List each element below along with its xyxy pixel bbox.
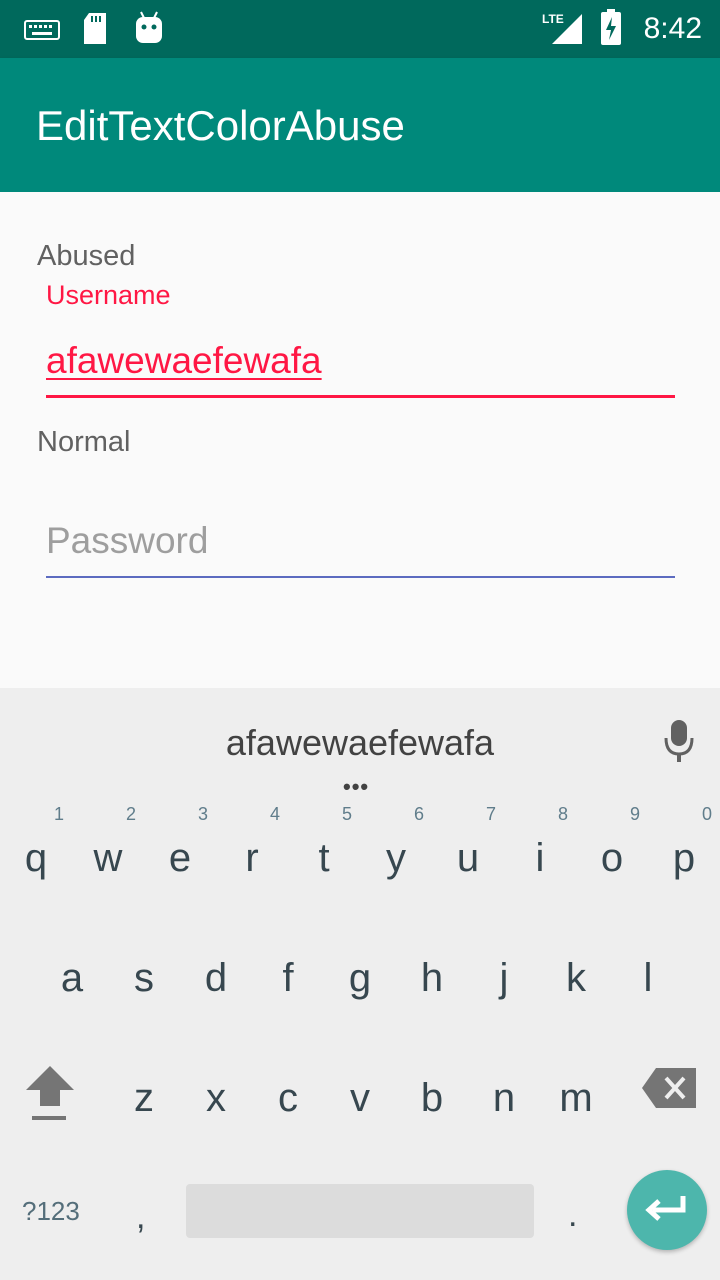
- key-k[interactable]: k: [540, 918, 612, 1018]
- backspace-icon: [642, 1068, 696, 1108]
- key-letter: t: [318, 836, 330, 880]
- key-letter: q: [24, 836, 48, 880]
- key-u[interactable]: u7: [432, 798, 504, 898]
- enter-key[interactable]: [627, 1170, 707, 1250]
- key-g[interactable]: g: [324, 918, 396, 1018]
- soft-keyboard: afawewaefewafa ••• q1 w2 e3 r4 t5 y6 u7 …: [0, 688, 720, 1280]
- shift-key[interactable]: [20, 1060, 80, 1130]
- status-time: 8:42: [643, 12, 702, 45]
- key-t[interactable]: t5: [288, 798, 360, 898]
- key-hint: 7: [485, 804, 496, 824]
- key-hint: 1: [53, 804, 64, 824]
- key-letter: z: [134, 1076, 154, 1120]
- key-n[interactable]: n: [468, 1038, 540, 1138]
- battery-icon: [600, 8, 622, 51]
- key-letter: i: [535, 836, 545, 880]
- key-letter: x: [206, 1076, 226, 1120]
- key-hint: 2: [125, 804, 136, 824]
- key-y[interactable]: y6: [360, 798, 432, 898]
- key-hint: 3: [197, 804, 208, 824]
- android-icon: [134, 10, 164, 49]
- key-letter: w: [93, 836, 123, 880]
- key-letter: r: [245, 836, 259, 880]
- key-h[interactable]: h: [396, 918, 468, 1018]
- sd-card-icon: [82, 12, 108, 51]
- key-v[interactable]: v: [324, 1038, 396, 1138]
- password-underline: [46, 576, 675, 578]
- key-letter: n: [492, 1076, 516, 1120]
- key-letter: j: [499, 956, 509, 1000]
- normal-section-label: Normal: [37, 426, 131, 458]
- signal-icon: [548, 12, 584, 51]
- key-d[interactable]: d: [180, 918, 252, 1018]
- space-key[interactable]: [186, 1184, 534, 1238]
- suggestion-strip: afawewaefewafa •••: [0, 688, 720, 800]
- key-letter: v: [350, 1076, 370, 1120]
- shift-icon: [26, 1066, 74, 1120]
- key-a[interactable]: a: [36, 918, 108, 1018]
- app-bar: EditTextColorAbuse: [0, 58, 720, 192]
- device-screen: LTE 8:42 EditTextColorAbuse Abused Usern…: [0, 0, 720, 1280]
- keyboard-icon: [24, 20, 60, 45]
- key-e[interactable]: e3: [144, 798, 216, 898]
- key-letter: s: [134, 956, 154, 1000]
- key-hint: 0: [701, 804, 712, 824]
- suggestion-word[interactable]: afawewaefewafa: [0, 722, 720, 764]
- key-l[interactable]: l: [612, 918, 684, 1018]
- key-letter: k: [566, 956, 586, 1000]
- key-f[interactable]: f: [252, 918, 324, 1018]
- comma-key[interactable]: ,: [136, 1198, 145, 1237]
- key-m[interactable]: m: [540, 1038, 612, 1138]
- abused-section-label: Abused: [37, 240, 136, 272]
- key-letter: a: [60, 956, 84, 1000]
- form-content: Abused Username afawewaefewafa Normal Pa…: [0, 192, 720, 688]
- key-hint: 8: [557, 804, 568, 824]
- key-j[interactable]: j: [468, 918, 540, 1018]
- key-hint: 4: [269, 804, 280, 824]
- key-b[interactable]: b: [396, 1038, 468, 1138]
- enter-icon: [645, 1196, 686, 1221]
- key-letter: o: [600, 836, 624, 880]
- status-bar: LTE 8:42: [0, 0, 720, 58]
- key-z[interactable]: z: [108, 1038, 180, 1138]
- app-title: EditTextColorAbuse: [36, 102, 405, 149]
- delete-key[interactable]: [640, 1066, 700, 1116]
- key-letter: h: [420, 956, 444, 1000]
- key-hint: 9: [629, 804, 640, 824]
- key-i[interactable]: i8: [504, 798, 576, 898]
- key-p[interactable]: p0: [648, 798, 720, 898]
- key-letter: l: [643, 956, 653, 1000]
- password-input[interactable]: Password: [46, 520, 208, 562]
- key-letter: f: [282, 956, 294, 1000]
- key-hint: 5: [341, 804, 352, 824]
- key-c[interactable]: c: [252, 1038, 324, 1138]
- key-q[interactable]: q1: [0, 798, 72, 898]
- username-floating-label: Username: [46, 280, 171, 310]
- key-letter: m: [559, 1076, 593, 1120]
- username-underline: [46, 395, 675, 398]
- key-s[interactable]: s: [108, 918, 180, 1018]
- microphone-icon[interactable]: [662, 718, 696, 769]
- key-letter: g: [348, 956, 372, 1000]
- key-letter: u: [456, 836, 480, 880]
- key-letter: b: [420, 1076, 444, 1120]
- key-o[interactable]: o9: [576, 798, 648, 898]
- username-input[interactable]: afawewaefewafa: [46, 340, 322, 382]
- key-letter: y: [386, 836, 406, 880]
- key-letter: d: [204, 956, 228, 1000]
- more-suggestions-indicator[interactable]: •••: [343, 774, 369, 800]
- symbols-key[interactable]: ?123: [22, 1196, 80, 1227]
- key-letter: p: [672, 836, 696, 880]
- key-hint: 6: [413, 804, 424, 824]
- key-r[interactable]: r4: [216, 798, 288, 898]
- key-letter: e: [168, 836, 192, 880]
- period-key[interactable]: .: [568, 1196, 577, 1235]
- key-w[interactable]: w2: [72, 798, 144, 898]
- key-x[interactable]: x: [180, 1038, 252, 1138]
- key-letter: c: [278, 1076, 298, 1120]
